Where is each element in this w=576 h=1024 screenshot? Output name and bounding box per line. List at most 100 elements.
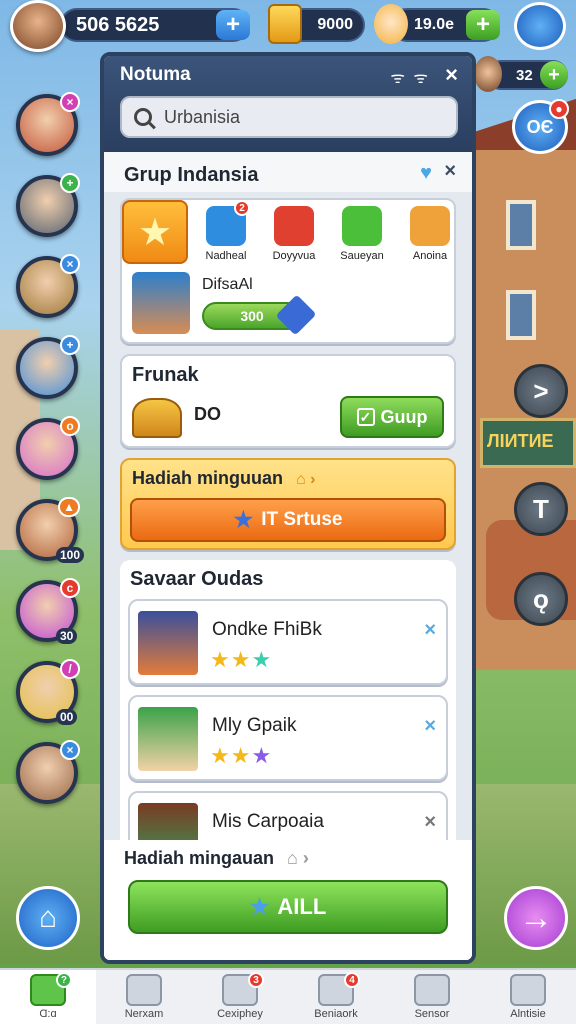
- hat-icon: [132, 398, 182, 438]
- avatar-badge: +: [60, 335, 80, 355]
- nav-item[interactable]: 3 Cexiphey: [192, 970, 288, 1024]
- nav-label: Alntisie: [510, 1008, 546, 1020]
- claim-all-label: AILL: [277, 894, 327, 919]
- gold-bar-icon: [268, 4, 302, 44]
- left-avatar[interactable]: ×: [16, 92, 80, 156]
- savaar-title: Savaar Oudas: [130, 568, 264, 590]
- top-bar: 506 5625 + 9000 19.0e +: [0, 0, 576, 52]
- star-icon: ★: [233, 507, 254, 532]
- location-button[interactable]: ǫ: [514, 572, 568, 626]
- nav-icon: [126, 974, 162, 1006]
- nav-item[interactable]: ? Ɑ:ɑ: [0, 970, 96, 1024]
- weekly-button-label: IT Srtuse: [261, 509, 343, 530]
- add-stars-button[interactable]: +: [466, 10, 500, 40]
- chevron-right-icon[interactable]: ⌂ ›: [296, 471, 315, 488]
- nav-icon: [414, 974, 450, 1006]
- bottom-nav: ? Ɑ:ɑ Nerxam 3 Cexiphey 4 Beniaork Sensor Alntis…: [0, 968, 576, 1024]
- chat-button[interactable]: ОЄ ●: [512, 99, 569, 154]
- group-tab-label: Doyyvua: [272, 250, 316, 262]
- avatar-badge: o: [60, 416, 80, 436]
- search-placeholder: Urbanisia: [164, 106, 241, 127]
- star-icon: ★: [230, 647, 252, 672]
- weekly-claim-button[interactable]: ★ IT Srtuse: [130, 498, 446, 542]
- avatar-badge: ×: [60, 740, 80, 760]
- avatar-sub-count: 100: [56, 547, 85, 563]
- nav-item[interactable]: Sensor: [384, 970, 480, 1024]
- player-name: Mis Carpoaia: [212, 811, 324, 832]
- left-avatar[interactable]: +: [16, 173, 80, 237]
- bottom-title: Hadiah mingauan ⌂ ›: [124, 848, 452, 869]
- claim-all-button[interactable]: ★ AILL: [128, 880, 448, 934]
- nav-icon: [510, 974, 546, 1006]
- frunak-value: DO: [194, 404, 221, 424]
- panel-header: Notuma ᯤ ᯤ × Urbanisia: [104, 56, 472, 152]
- tool-button[interactable]: T: [514, 482, 568, 536]
- member-row[interactable]: DifsaAl 300: [132, 272, 444, 336]
- left-avatar[interactable]: ×: [16, 254, 80, 318]
- group-tab[interactable]: 2 Nadheal: [196, 200, 256, 262]
- star-icon: ★: [210, 647, 231, 672]
- avatar-badge: ▲: [58, 497, 80, 517]
- nav-item[interactable]: 4 Beniaork: [288, 970, 384, 1024]
- add-coins-button[interactable]: +: [216, 10, 250, 40]
- nav-label: Cexiphey: [217, 1008, 263, 1020]
- player-row[interactable]: Ondke FhiBk ★★★ ×: [128, 599, 448, 685]
- group-tab-icon: [342, 206, 382, 246]
- stars-value: 19.0e: [413, 16, 454, 33]
- character-icon: [374, 4, 408, 44]
- group-tab[interactable]: Saueyan: [332, 206, 392, 262]
- frunak-title: Frunak: [132, 364, 199, 386]
- member-value: 300: [240, 308, 264, 324]
- avatar-badge: ×: [60, 92, 80, 112]
- chevron-right-icon[interactable]: ⌂ ›: [287, 848, 309, 868]
- mini-counter-value: 32: [516, 66, 533, 84]
- robot-menu-button[interactable]: [514, 2, 566, 50]
- nav-label: Nerxam: [124, 1008, 164, 1020]
- home-icon: ⌂: [38, 901, 58, 934]
- chat-icon: ОЄ: [526, 116, 554, 137]
- guild-panel: Notuma ᯤ ᯤ × Urbanisia Grup Indansia ♥ ×…: [100, 52, 476, 964]
- left-avatar[interactable]: o: [16, 416, 80, 480]
- next-button[interactable]: →: [504, 886, 568, 950]
- arrow-button[interactable]: >: [514, 364, 568, 418]
- group-tab-label: Nadheal: [205, 250, 247, 262]
- close-icon[interactable]: ×: [445, 62, 458, 88]
- remove-player-icon[interactable]: ×: [424, 619, 436, 642]
- player-avatar: [138, 611, 198, 675]
- avatar-badge: ×: [60, 254, 80, 274]
- player-row[interactable]: Mly Gpaik ★★★ ×: [128, 695, 448, 781]
- group-close-icon[interactable]: ×: [444, 160, 456, 183]
- group-tab-icon: 2: [206, 200, 250, 246]
- home-button[interactable]: ⌂: [16, 886, 80, 950]
- nav-label: Sensor: [414, 1008, 450, 1020]
- nav-item[interactable]: Nerxam: [96, 970, 192, 1024]
- coins-value: 506 5625: [76, 13, 160, 36]
- remove-player-icon[interactable]: ×: [424, 811, 436, 834]
- member-name: DifsaAl: [202, 276, 253, 293]
- join-group-button[interactable]: ✓ Guup: [340, 396, 444, 438]
- left-avatar[interactable]: +: [16, 335, 80, 399]
- left-avatar[interactable]: ×: [16, 740, 80, 804]
- group-tab[interactable]: Doyyvua: [264, 206, 324, 262]
- heart-icon[interactable]: ♥: [420, 162, 432, 185]
- player-avatar: [138, 707, 198, 771]
- nav-item[interactable]: Alntisie: [480, 970, 576, 1024]
- savaar-section: Savaar Oudas Ondke FhiBk ★★★ × Mly Gpaik ★★★…: [120, 560, 456, 877]
- join-button-label: Guup: [380, 406, 428, 427]
- avatar-badge: +: [60, 173, 80, 193]
- avatar-sub-count: 00: [56, 709, 78, 725]
- nav-badge: ?: [55, 972, 72, 988]
- group-tab-icon: [274, 206, 314, 246]
- search-input[interactable]: Urbanisia: [120, 96, 458, 138]
- group-header: Grup Indansia ♥ ×: [104, 152, 472, 192]
- check-icon: ✓: [356, 408, 375, 426]
- favorite-star-tile[interactable]: ★: [122, 200, 188, 264]
- nav-label: Beniaork: [314, 1008, 358, 1020]
- member-avatar: [132, 272, 190, 334]
- mini-add-button[interactable]: +: [540, 61, 568, 89]
- player-name: Ondke FhiBk: [212, 619, 322, 640]
- group-tab[interactable]: Anoina: [400, 206, 460, 262]
- nav-badge: 4: [344, 972, 360, 988]
- player-avatar[interactable]: [10, 0, 66, 52]
- remove-player-icon[interactable]: ×: [424, 715, 436, 738]
